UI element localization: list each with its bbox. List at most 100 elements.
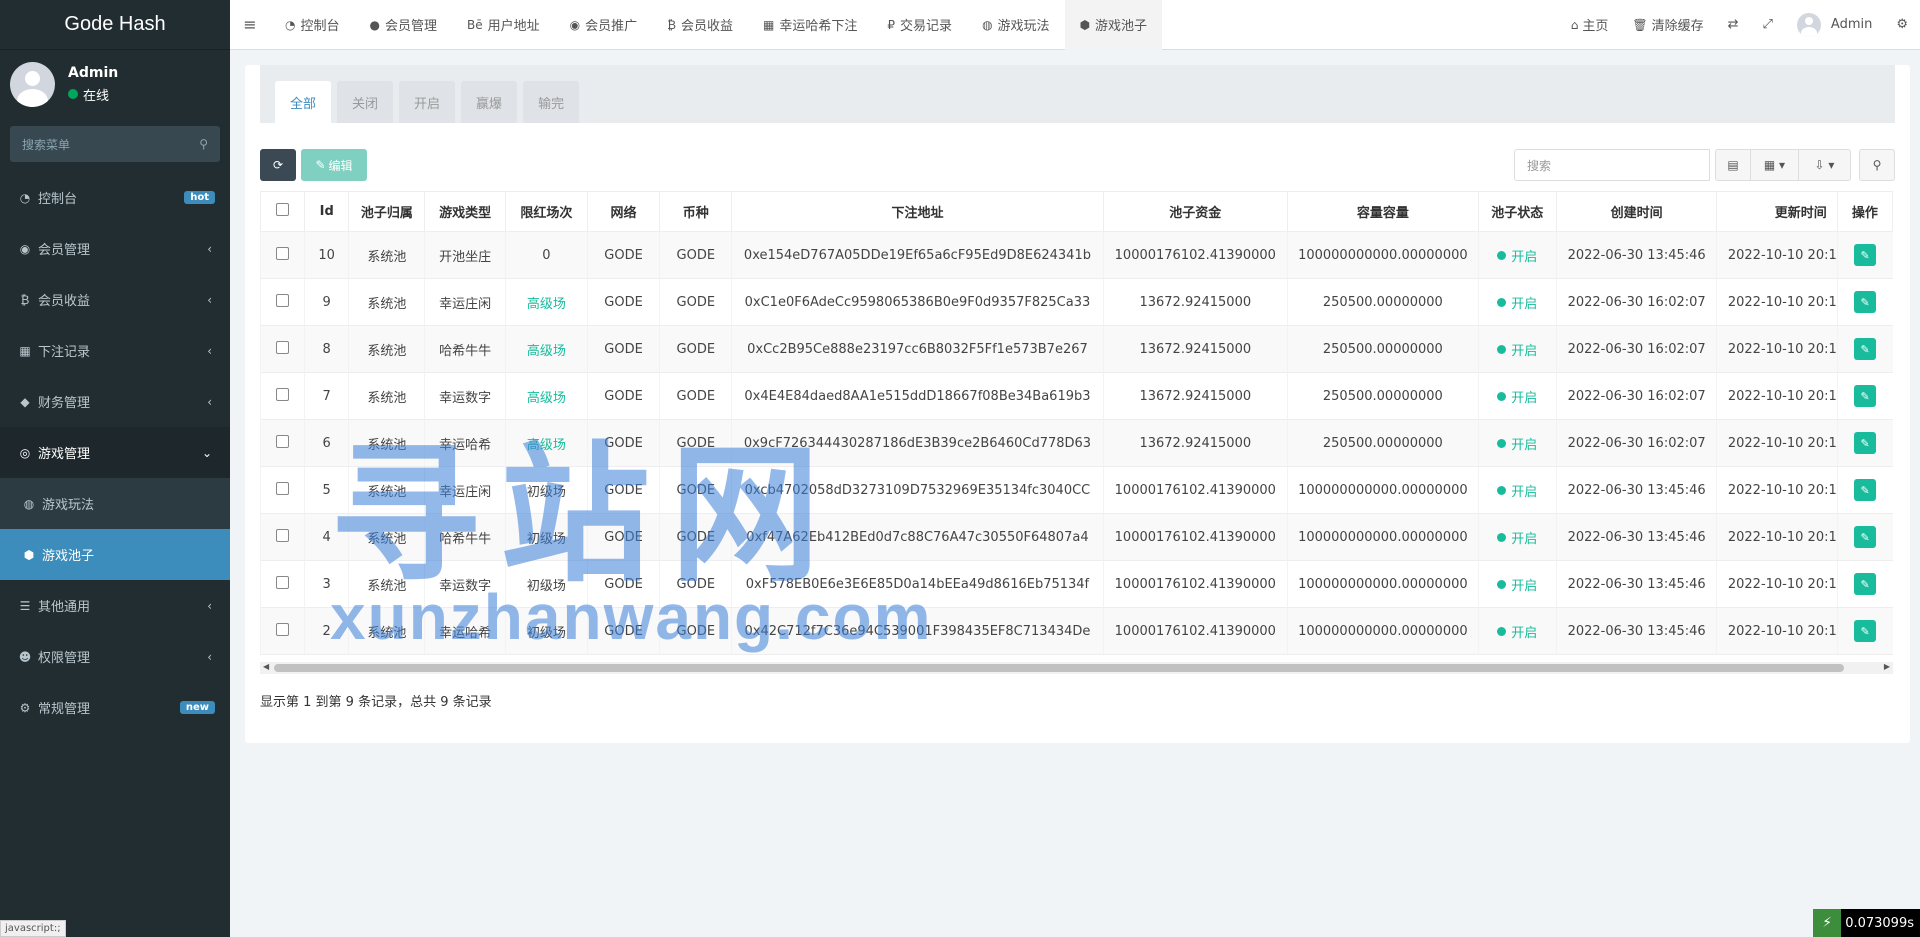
tab-transactions[interactable]: ₽ 交易记录 [872, 0, 967, 50]
tab-user-address[interactable]: Bē 用户地址 [452, 0, 555, 50]
dribbble-icon: ◍ [982, 17, 993, 32]
sidebar-item-members[interactable]: ◉ 会员管理 ‹ [0, 223, 230, 274]
status-badge: 开启 [1477, 278, 1557, 326]
advanced-search-button[interactable]: ⚲ [1859, 149, 1895, 181]
filter-tab-open[interactable]: 开启 [399, 81, 456, 123]
tab-dashboard[interactable]: ◔ 控制台 [270, 0, 355, 50]
settings-gear-icon[interactable]: ⚙ [1884, 17, 1920, 32]
row-edit-button[interactable]: ✎ [1836, 278, 1893, 326]
brand-logo[interactable]: Gode Hash [0, 0, 230, 50]
pencil-icon[interactable]: ✎ [1854, 526, 1877, 548]
edit-button[interactable]: ✎ 编辑 [301, 149, 367, 181]
column-header[interactable]: 游戏类型 [424, 191, 506, 232]
sidebar-item-game-pool[interactable]: ⬢ 游戏池子 [0, 529, 230, 580]
filter-tab-closed[interactable]: 关闭 [337, 81, 394, 123]
table-row[interactable]: 9 系统池 幸运庄闲 高级场 GODE GODE 0xC1e0F6AdeCc95980653… [260, 278, 1893, 326]
row-checkbox[interactable] [260, 325, 305, 373]
tab-members[interactable]: ● 会员管理 [355, 0, 453, 50]
language-icon[interactable]: ⇄ [1716, 17, 1751, 32]
pencil-icon[interactable]: ✎ [1854, 385, 1877, 407]
sidebar-item-general[interactable]: ⚙ 常规管理 new [0, 682, 230, 733]
pencil-icon[interactable]: ✎ [1854, 573, 1877, 595]
sidebar-item-member-income[interactable]: ₿ 会员收益 ‹ [0, 274, 230, 325]
row-edit-button[interactable]: ✎ [1836, 560, 1893, 608]
sidebar-item-game-management[interactable]: ◎ 游戏管理 ⌄ [0, 427, 230, 478]
cell-created: 2022-06-30 16:02:07 [1555, 419, 1717, 467]
pencil-icon[interactable]: ✎ [1854, 479, 1877, 501]
clear-cache-button[interactable]: 🗑 清除缓存 [1620, 15, 1715, 35]
columns-button[interactable]: ▦ ▾ [1751, 149, 1799, 181]
row-edit-button[interactable]: ✎ [1836, 419, 1893, 467]
row-edit-button[interactable]: ✎ [1836, 325, 1893, 373]
scrollbar-thumb[interactable] [274, 664, 1844, 672]
column-header[interactable]: Id [304, 191, 350, 232]
sidebar-item-bet-records[interactable]: ▦ 下注记录 ‹ [0, 325, 230, 376]
row-edit-button[interactable]: ✎ [1836, 466, 1893, 514]
row-checkbox[interactable] [260, 560, 305, 608]
table-row[interactable]: 8 系统池 哈希牛牛 高级场 GODE GODE 0xCc2B95Ce888e23197cc… [260, 325, 1893, 373]
row-checkbox[interactable] [260, 419, 305, 467]
sidebar-item-finance[interactable]: ◆ 财务管理 ‹ [0, 376, 230, 427]
table-row[interactable]: 6 系统池 幸运哈希 高级场 GODE GODE 0x9cF726344430287186d… [260, 419, 1893, 467]
admin-user-menu[interactable]: Admin [1785, 12, 1884, 37]
debug-timer[interactable]: ⚡ 0.073099s [1813, 909, 1920, 937]
column-header[interactable]: 网络 [586, 191, 661, 232]
column-header[interactable]: 池子状态 [1477, 191, 1557, 232]
sidebar-item-dashboard[interactable]: ◔ 控制台 hot [0, 172, 230, 223]
pencil-icon[interactable]: ✎ [1854, 244, 1877, 266]
table-row[interactable]: 5 系统池 幸运庄闲 初级场 GODE GODE 0xcb4702058dD3273109D… [260, 466, 1893, 514]
pencil-icon[interactable]: ✎ [1854, 432, 1877, 454]
search-icon[interactable]: ⚲ [199, 137, 208, 151]
row-edit-button[interactable]: ✎ [1836, 231, 1893, 279]
table-row[interactable]: 2 系统池 幸运哈希 初级场 GODE GODE 0x42C712f7C36e94C5390… [260, 607, 1893, 655]
column-header[interactable]: 更新时间 [1716, 191, 1838, 232]
export-button[interactable]: ⇩ ▾ [1799, 149, 1851, 181]
row-edit-button[interactable]: ✎ [1836, 607, 1893, 655]
column-header[interactable]: 币种 [659, 191, 733, 232]
sidebar-item-other[interactable]: ☰ 其他通用 ‹ [0, 580, 230, 631]
row-checkbox[interactable] [260, 466, 305, 514]
hamburger-menu-icon[interactable]: ≡ [230, 0, 270, 50]
scroll-left-icon[interactable]: ◀ [263, 662, 269, 671]
pencil-icon[interactable]: ✎ [1854, 291, 1877, 313]
filter-tab-win-burst[interactable]: 赢爆 [461, 81, 518, 123]
row-checkbox[interactable] [260, 231, 305, 279]
tab-member-income[interactable]: ₿ 会员收益 [652, 0, 748, 50]
row-edit-button[interactable]: ✎ [1836, 513, 1893, 561]
tab-member-promotion[interactable]: ◉ 会员推广 [555, 0, 653, 50]
table-row[interactable]: 10 系统池 开池坐庄 0 GODE GODE 0xe154eD767A05DDe19Ef6… [260, 231, 1893, 279]
row-checkbox[interactable] [260, 278, 305, 326]
tab-game-play[interactable]: ◍ 游戏玩法 [967, 0, 1065, 50]
sidebar-item-game-play[interactable]: ◍ 游戏玩法 [0, 478, 230, 529]
column-header[interactable]: 池子资金 [1102, 191, 1289, 232]
toggle-card-view-button[interactable]: ▤ [1715, 149, 1751, 181]
horizontal-scrollbar[interactable]: ◀ ▶ [260, 662, 1893, 674]
table-row[interactable]: 7 系统池 幸运数字 高级场 GODE GODE 0x4E4E84daed8AA1e515d… [260, 372, 1893, 420]
row-checkbox[interactable] [260, 372, 305, 420]
sidebar-item-permissions[interactable]: ☻ 权限管理 ‹ [0, 631, 230, 682]
select-all-checkbox[interactable] [260, 191, 306, 232]
column-header[interactable]: 池子归属 [348, 191, 426, 232]
home-link[interactable]: ⌂ 主页 [1559, 15, 1621, 35]
column-header[interactable]: 限红场次 [504, 191, 588, 232]
sidebar-search-input[interactable]: 搜索菜单 [22, 136, 70, 153]
refresh-button[interactable]: ⟳ [260, 149, 296, 181]
sidebar-search[interactable]: 搜索菜单 ⚲ [10, 126, 220, 162]
filter-tab-all[interactable]: 全部 [275, 81, 332, 123]
scroll-right-icon[interactable]: ▶ [1884, 662, 1890, 671]
column-header[interactable]: 创建时间 [1555, 191, 1718, 232]
column-header[interactable]: 容量容量 [1287, 191, 1479, 232]
tab-lucky-hash-bet[interactable]: ▦ 幸运哈希下注 [748, 0, 872, 50]
tab-game-pool[interactable]: ⬢ 游戏池子 [1064, 0, 1163, 50]
row-edit-button[interactable]: ✎ [1836, 372, 1893, 420]
pencil-icon[interactable]: ✎ [1854, 338, 1877, 360]
table-search-input[interactable]: 搜索 [1514, 149, 1710, 181]
row-checkbox[interactable] [260, 513, 305, 561]
row-checkbox[interactable] [260, 607, 305, 655]
pencil-icon[interactable]: ✎ [1854, 620, 1877, 642]
filter-tab-lost[interactable]: 输完 [523, 81, 580, 123]
column-header[interactable]: 下注地址 [731, 191, 1104, 232]
table-row[interactable]: 4 系统池 哈希牛牛 初级场 GODE GODE 0xf47A62Eb412BEd0d7c8… [260, 513, 1893, 561]
table-row[interactable]: 3 系统池 幸运数字 初级场 GODE GODE 0xF578EB0E6e3E6E85D0a… [260, 560, 1893, 608]
fullscreen-icon[interactable]: ⤢ [1751, 17, 1785, 32]
